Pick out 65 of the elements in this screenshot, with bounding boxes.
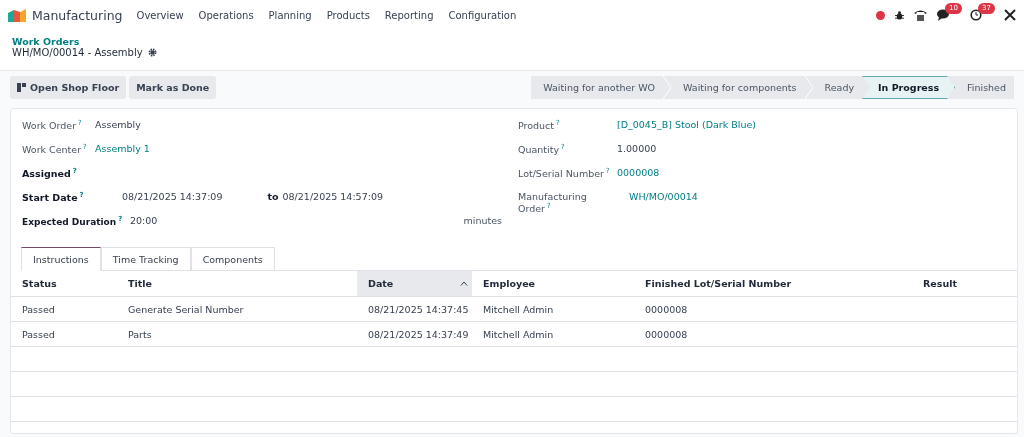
phone-icon[interactable] (914, 9, 927, 21)
field-label: Lot/Serial Number $^{?}$ (518, 167, 611, 180)
field-label: Quantity $^{?}$ (518, 143, 566, 156)
field-value: 1.00000 (617, 143, 657, 154)
status-stage[interactable]: Ready (812, 76, 863, 99)
table-cell: 08/21/2025 14:37:45 (357, 296, 472, 322)
table-cell: 08/21/2025 14:37:49 (357, 321, 472, 347)
notebook-tab[interactable]: Components (190, 247, 275, 271)
shop-floor-icon (17, 83, 26, 92)
table-cell: Generate Serial Number (117, 296, 357, 322)
unit-label: minutes (463, 215, 503, 226)
table-cell: 0000008 (634, 296, 912, 322)
clock-icon[interactable] (970, 9, 982, 21)
status-stage[interactable]: Waiting for components (671, 76, 805, 99)
chevron-separator-icon (663, 76, 672, 99)
date-separator: to (267, 191, 279, 202)
shop-floor-button[interactable]: Open Shop Floor (10, 76, 127, 99)
start-date-field[interactable]: 08/21/2025 14:37:09 (122, 191, 223, 202)
field-link[interactable]: Assembly 1 (95, 143, 150, 154)
bug-icon[interactable] (895, 10, 904, 20)
field-label: Manufacturing Order $^{?}$ (518, 191, 588, 215)
mark-done-button[interactable]: Mark as Done (129, 76, 217, 99)
table-cell: Passed (11, 321, 117, 347)
field-link[interactable]: WH/MO/00014 (629, 191, 698, 202)
table-cell: Passed (11, 296, 117, 322)
notebook-tab[interactable]: Instructions (21, 247, 101, 271)
menu-item[interactable]: Products (326, 9, 370, 21)
column-header[interactable]: Result (912, 271, 1017, 297)
record-title: WH/MO/00014 - Assembly (12, 47, 143, 58)
chevron-separator-icon (804, 76, 813, 99)
column-header[interactable]: Employee (472, 271, 634, 297)
menu-item[interactable]: Overview (136, 9, 184, 21)
column-header[interactable]: Finished Lot/Serial Number (634, 271, 912, 297)
field-label: Work Center $^{?}$ (22, 143, 88, 156)
menu-item[interactable]: Reporting (384, 9, 434, 21)
status-stage[interactable]: Waiting for another WO (531, 76, 664, 99)
table-cell: 0000008 (634, 321, 912, 347)
menu-item[interactable]: Operations (198, 9, 254, 21)
field-link[interactable]: [D_0045_B] Stool (Dark Blue) (617, 119, 756, 130)
field-label: Work Order $^{?}$ (22, 119, 83, 132)
app-logo-icon[interactable] (8, 8, 26, 22)
status-stage[interactable]: Finished (955, 76, 1014, 99)
end-date-field[interactable]: 08/21/2025 14:57:09 (282, 191, 383, 202)
breadcrumb-link[interactable]: Work Orders (12, 36, 80, 47)
app-name[interactable]: Manufacturing (32, 7, 123, 23)
sort-icon[interactable] (460, 281, 468, 286)
field-label: Product $^{?}$ (518, 119, 561, 132)
column-header[interactable]: Date (357, 271, 472, 297)
menu-item[interactable]: Configuration (448, 9, 517, 21)
table-cell: Mitchell Admin (472, 321, 634, 347)
record-icon[interactable] (876, 10, 885, 20)
notebook-tab[interactable]: Time Tracking (100, 247, 191, 271)
field-label: Start Date $^{?}$ (22, 191, 85, 204)
field-value: Assembly (95, 119, 141, 130)
column-header[interactable]: Status (11, 271, 117, 297)
menu-item[interactable]: Planning (268, 9, 312, 21)
status-stage[interactable]: In Progress (862, 76, 956, 99)
field-link[interactable]: 0000008 (617, 167, 660, 178)
duration-field[interactable]: 20:00 (130, 215, 158, 226)
column-header[interactable]: Title (117, 271, 357, 297)
field-label: Expected Duration $^{?}$ (22, 215, 122, 227)
settings-icon[interactable] (147, 48, 157, 57)
table-cell: Mitchell Admin (472, 296, 634, 322)
table-cell: Parts (117, 321, 357, 347)
field-label: Assigned $^{?}$ (22, 167, 78, 180)
